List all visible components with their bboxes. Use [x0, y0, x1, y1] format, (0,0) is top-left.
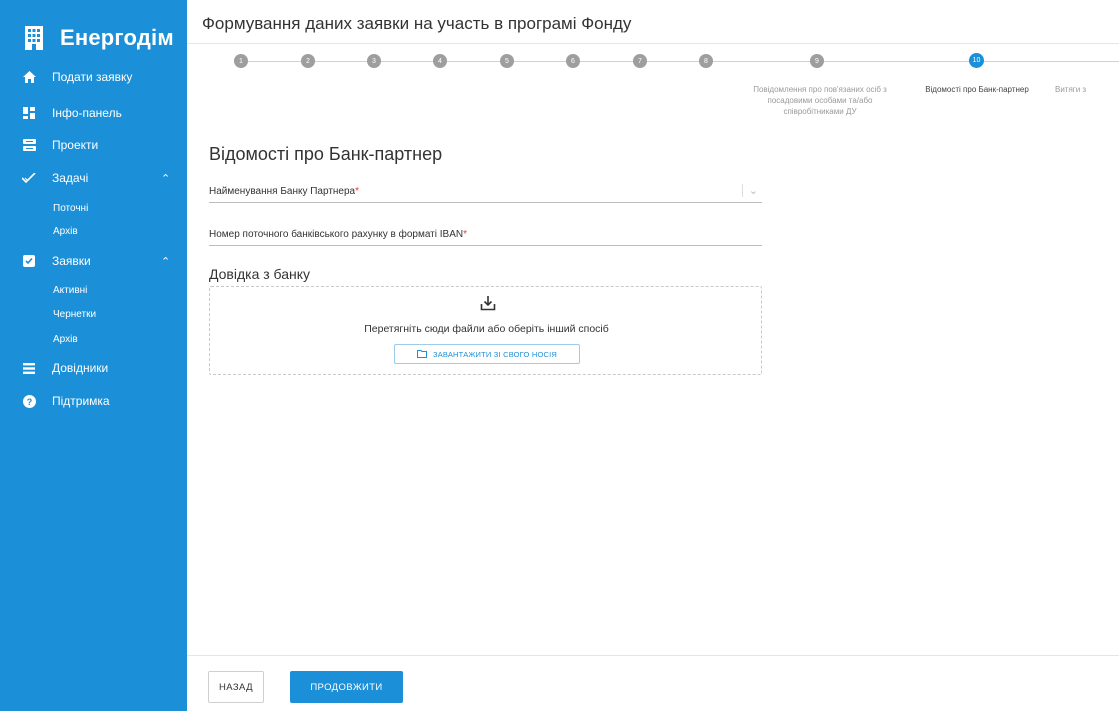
chevron-down-icon[interactable]: ⌄ — [741, 184, 758, 197]
folder-icon — [416, 350, 427, 358]
sidebar-item-submit-application[interactable]: Подати заявку — [0, 64, 187, 90]
check-icon — [21, 170, 37, 186]
file-dropzone[interactable]: Перетягніть сюди файли або оберіть інший… — [209, 286, 762, 375]
iban-field[interactable]: Номер поточного банківського рахунку в ф… — [209, 224, 762, 246]
step-8[interactable]: 8 — [699, 54, 713, 68]
required-mark: * — [463, 229, 467, 240]
upload-button-label: ЗАВАНТАЖИТИ ЗІ СВОГО НОСІЯ — [432, 349, 558, 359]
bank-name-label: Найменування Банку Партнера* — [209, 186, 360, 197]
sidebar-item-label: Задачі — [52, 171, 89, 185]
sidebar-item-directories[interactable]: Довідники — [0, 355, 187, 381]
page-header: Формування даних заявки на участь в прог… — [187, 0, 1119, 44]
sidebar-subitem-applications-archive[interactable]: Архів — [53, 334, 78, 345]
stepper-track-tail — [989, 61, 1119, 62]
svg-text:?: ? — [26, 397, 32, 407]
sidebar-item-tasks[interactable]: Задачі ⌃ — [0, 165, 187, 191]
step-9-label: Повідомлення про пов'язаних осіб з посад… — [753, 85, 887, 116]
page-title: Формування даних заявки на участь в прог… — [202, 14, 632, 33]
step-3[interactable]: 3 — [367, 54, 381, 68]
logo[interactable]: Енергодім — [24, 22, 174, 54]
step-2[interactable]: 2 — [301, 54, 315, 68]
step-9[interactable]: 9 — [810, 54, 824, 68]
form-footer: НАЗАД ПРОДОВЖИТИ — [187, 655, 1119, 711]
chevron-up-icon[interactable]: ⌃ — [161, 172, 170, 185]
step-1[interactable]: 1 — [234, 54, 248, 68]
help-icon: ? — [21, 393, 37, 409]
section-title: Відомості про Банк-партнер — [209, 144, 443, 164]
brand-name: Енергодім — [60, 25, 174, 50]
sidebar: Енергодім Подати заявку Інфо-панель Прое… — [0, 0, 187, 711]
step-7[interactable]: 7 — [633, 54, 647, 68]
sidebar-item-info-panel[interactable]: Інфо-панель — [0, 100, 187, 126]
step-5[interactable]: 5 — [500, 54, 514, 68]
sidebar-subitem-applications-drafts[interactable]: Чернетки — [53, 309, 96, 320]
sidebar-subitem-tasks-current[interactable]: Поточні — [53, 203, 88, 214]
sidebar-item-label: Інфо-панель — [52, 106, 122, 120]
building-icon — [24, 25, 44, 51]
sidebar-subitem-applications-active[interactable]: Активні — [53, 285, 87, 296]
step-4[interactable]: 4 — [433, 54, 447, 68]
download-icon — [480, 295, 496, 311]
back-button[interactable]: НАЗАД — [208, 671, 264, 703]
dashboard-icon — [21, 105, 37, 121]
step-11-label: Витяги з — [1055, 85, 1087, 94]
step-10-current[interactable]: 10 — [969, 53, 984, 68]
required-mark: * — [355, 186, 360, 197]
sidebar-item-label: Підтримка — [52, 394, 110, 408]
dropzone-text: Перетягніть сюди файли або оберіть інший… — [364, 323, 609, 335]
progress-stepper: 1 2 3 4 5 6 7 8 9 10 Повідомлення про по… — [187, 44, 1119, 134]
sidebar-item-label: Подати заявку — [52, 70, 133, 84]
iban-label: Номер поточного банківського рахунку в ф… — [209, 229, 467, 240]
stepper-track — [247, 61, 1017, 62]
home-icon — [21, 69, 37, 85]
list-icon — [21, 360, 37, 376]
sidebar-item-label: Проекти — [52, 138, 99, 152]
continue-button[interactable]: ПРОДОВЖИТИ — [290, 671, 403, 703]
sidebar-item-applications[interactable]: Заявки ⌃ — [0, 248, 187, 274]
checkbox-icon — [21, 253, 37, 269]
bank-name-select[interactable]: Найменування Банку Партнера* ⌄ — [209, 181, 762, 203]
upload-from-device-button[interactable]: ЗАВАНТАЖИТИ ЗІ СВОГО НОСІЯ — [394, 344, 580, 364]
sidebar-item-support[interactable]: ? Підтримка — [0, 388, 187, 414]
step-10-label: Відомості про Банк-партнер — [925, 85, 1029, 94]
bank-certificate-title: Довідка з банку — [209, 266, 311, 282]
step-6[interactable]: 6 — [566, 54, 580, 68]
sidebar-item-projects[interactable]: Проекти — [0, 132, 187, 158]
projects-icon — [21, 137, 37, 153]
sidebar-item-label: Довідники — [52, 361, 109, 375]
sidebar-item-label: Заявки — [52, 254, 91, 268]
sidebar-subitem-tasks-archive[interactable]: Архів — [53, 226, 78, 237]
chevron-up-icon[interactable]: ⌃ — [161, 255, 170, 268]
